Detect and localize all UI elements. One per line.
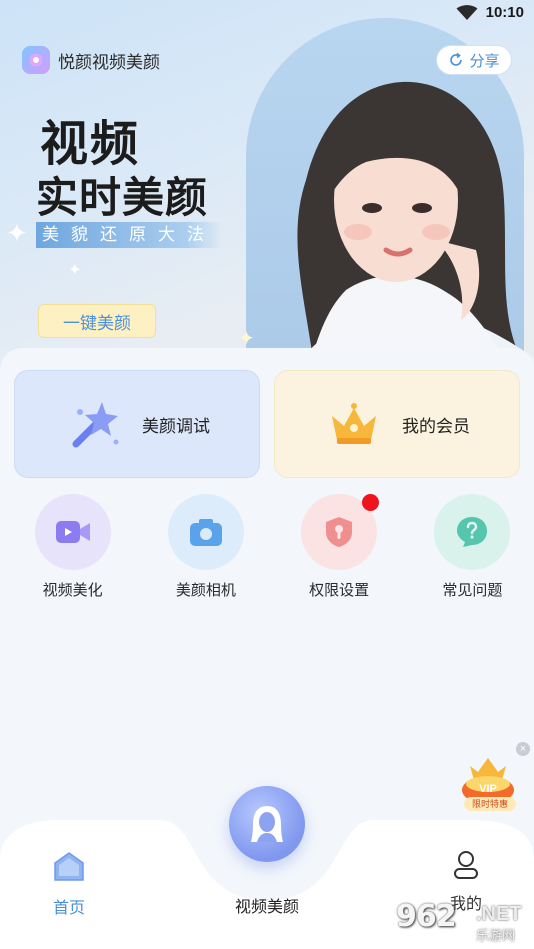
- magic-wand-icon: [72, 402, 119, 448]
- faq-label: 常见问题: [442, 582, 503, 599]
- grid-item-permission-settings[interactable]: 权限设置: [278, 494, 401, 600]
- watermark-number: 962: [396, 899, 457, 934]
- video-beautify-circle: [34, 494, 111, 570]
- video-camera-icon: [55, 521, 90, 543]
- function-grid: 视频美化 美颜相机 权限设置 常见问题: [0, 494, 534, 600]
- video-beauty-center-button[interactable]: [229, 786, 305, 862]
- app-brand: 悦颜视频美颜: [22, 46, 160, 74]
- nav-home-label: 首页: [52, 900, 85, 917]
- app-logo-icon: [22, 46, 50, 74]
- user-icon: [454, 851, 478, 879]
- camera-icon: [189, 519, 222, 546]
- grid-item-beauty-camera[interactable]: 美颜相机: [144, 494, 267, 600]
- site-watermark-logo: 962 .NET 乐游网: [396, 899, 530, 943]
- hero-banner: 悦颜视频美颜 分享 视频 实时美颜 美貌还原大法 ✦ ✦ ✦ 一键美颜: [0, 0, 534, 380]
- vip-promo-tag: 限时特惠: [464, 797, 516, 811]
- permission-settings-label: 权限设置: [309, 582, 370, 599]
- app-name: 悦颜视频美颜: [58, 52, 160, 72]
- wifi-icon: [456, 4, 478, 20]
- model-portrait-image: [286, 81, 534, 380]
- my-membership-label: 我的会员: [402, 416, 470, 436]
- face-avatar-icon: [251, 806, 283, 842]
- sparkle-icon: ✦: [68, 262, 82, 279]
- watermark-suffix: .NET: [476, 903, 522, 925]
- status-bar: 10:10: [0, 0, 534, 30]
- shield-icon: [326, 517, 353, 547]
- nav-home[interactable]: 首页: [40, 850, 98, 918]
- beauty-adjust-label: 美颜调试: [142, 416, 210, 436]
- sparkle-icon: ✦: [6, 218, 28, 248]
- beauty-adjust-card[interactable]: 美颜调试: [14, 370, 260, 478]
- my-membership-card[interactable]: 我的会员: [274, 370, 520, 478]
- grid-item-video-beautify[interactable]: 视频美化: [11, 494, 134, 600]
- share-label: 分享: [469, 52, 500, 70]
- vip-badge-text: VIP: [479, 783, 497, 795]
- notification-badge: [361, 494, 379, 511]
- faq-circle: [434, 494, 511, 570]
- beauty-camera-label: 美颜相机: [175, 582, 236, 599]
- refresh-share-icon: [450, 52, 463, 66]
- video-beautify-label: 视频美化: [42, 582, 103, 599]
- one-click-beauty-button[interactable]: 一键美颜: [38, 304, 156, 338]
- home-icon: [54, 852, 84, 881]
- hero-tagline: 美貌还原大法: [36, 222, 222, 248]
- crown-icon: [332, 403, 376, 444]
- beauty-camera-circle: [167, 494, 244, 570]
- video-beauty-label: 视频美颜: [234, 899, 299, 916]
- status-time: 10:10: [485, 4, 524, 21]
- question-icon: [457, 517, 488, 547]
- share-button[interactable]: 分享: [436, 45, 512, 75]
- close-icon[interactable]: ×: [516, 742, 530, 756]
- watermark-sub: 乐游网: [476, 928, 516, 943]
- headline-line-2: 实时美颜: [36, 174, 209, 221]
- grid-item-faq[interactable]: 常见问题: [411, 494, 534, 600]
